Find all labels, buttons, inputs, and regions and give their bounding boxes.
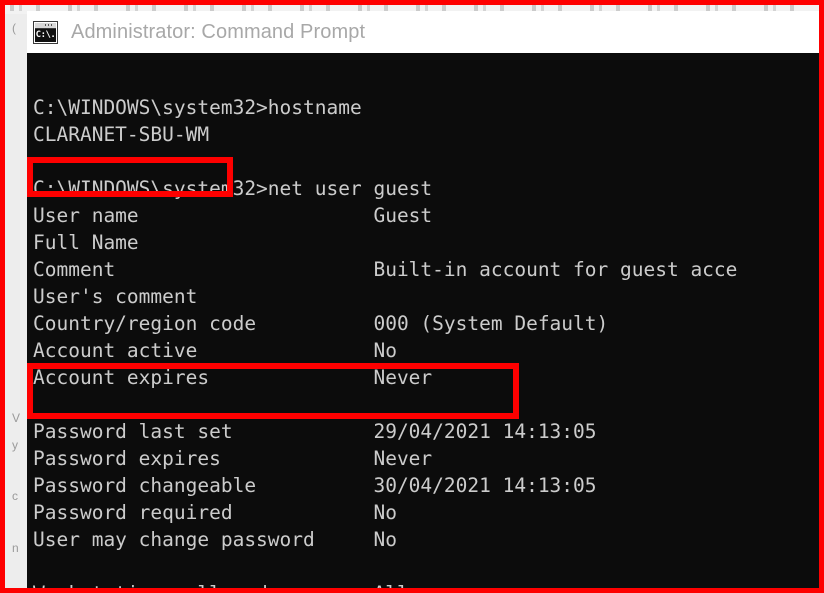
command-prompt-icon: C:\. xyxy=(33,20,58,44)
line-users-comment: User's comment xyxy=(33,285,198,308)
line-comment: Comment Built-in account for guest acce xyxy=(33,258,738,281)
line-user-name: User name Guest xyxy=(33,204,433,227)
line-blank-top xyxy=(33,67,824,94)
line-prompt-netuser: C:\WINDOWS\system32>net user guest xyxy=(33,177,433,200)
terminal-output-area[interactable]: C:\WINDOWS\system32>hostname CLARANET-SBU… xyxy=(27,53,824,593)
line-password-required: Password required No xyxy=(33,501,397,524)
line-account-active: Account active No xyxy=(33,339,397,362)
line-country-region-code: Country/region code 000 (System Default) xyxy=(33,312,609,335)
line-full-name: Full Name xyxy=(33,231,139,254)
line-blank-2 xyxy=(33,391,824,418)
command-prompt-window[interactable]: C:\. Administrator: Command Prompt C:\WI… xyxy=(27,11,824,593)
line-account-expires: Account expires Never xyxy=(33,366,433,389)
line-password-expires: Password expires Never xyxy=(33,447,433,470)
line-prompt-hostname: C:\WINDOWS\system32>hostname xyxy=(33,96,362,119)
terminal-text: C:\WINDOWS\system32>hostname CLARANET-SBU… xyxy=(33,67,824,593)
line-hostname-output: CLARANET-SBU-WM xyxy=(33,123,210,146)
icon-screen-glyph: C:\. xyxy=(35,28,56,42)
clipped-text-row-above-window xyxy=(10,2,814,11)
line-password-last-set: Password last set 29/04/2021 14:13:05 xyxy=(33,420,597,443)
line-password-changeable: Password changeable 30/04/2021 14:13:05 xyxy=(33,474,597,497)
screenshot-root: ( V y c n C:\. Administrator: Command Pr… xyxy=(0,0,824,593)
line-user-may-change-password: User may change password No xyxy=(33,528,397,551)
line-workstations-allowed: Workstations allowed All xyxy=(33,580,824,593)
line-blank-3 xyxy=(33,553,824,580)
clipped-text-column-left: ( V y c n xyxy=(5,14,27,589)
window-title: Administrator: Command Prompt xyxy=(71,20,366,43)
window-titlebar[interactable]: C:\. Administrator: Command Prompt xyxy=(27,11,824,53)
line-blank-1 xyxy=(33,148,824,175)
